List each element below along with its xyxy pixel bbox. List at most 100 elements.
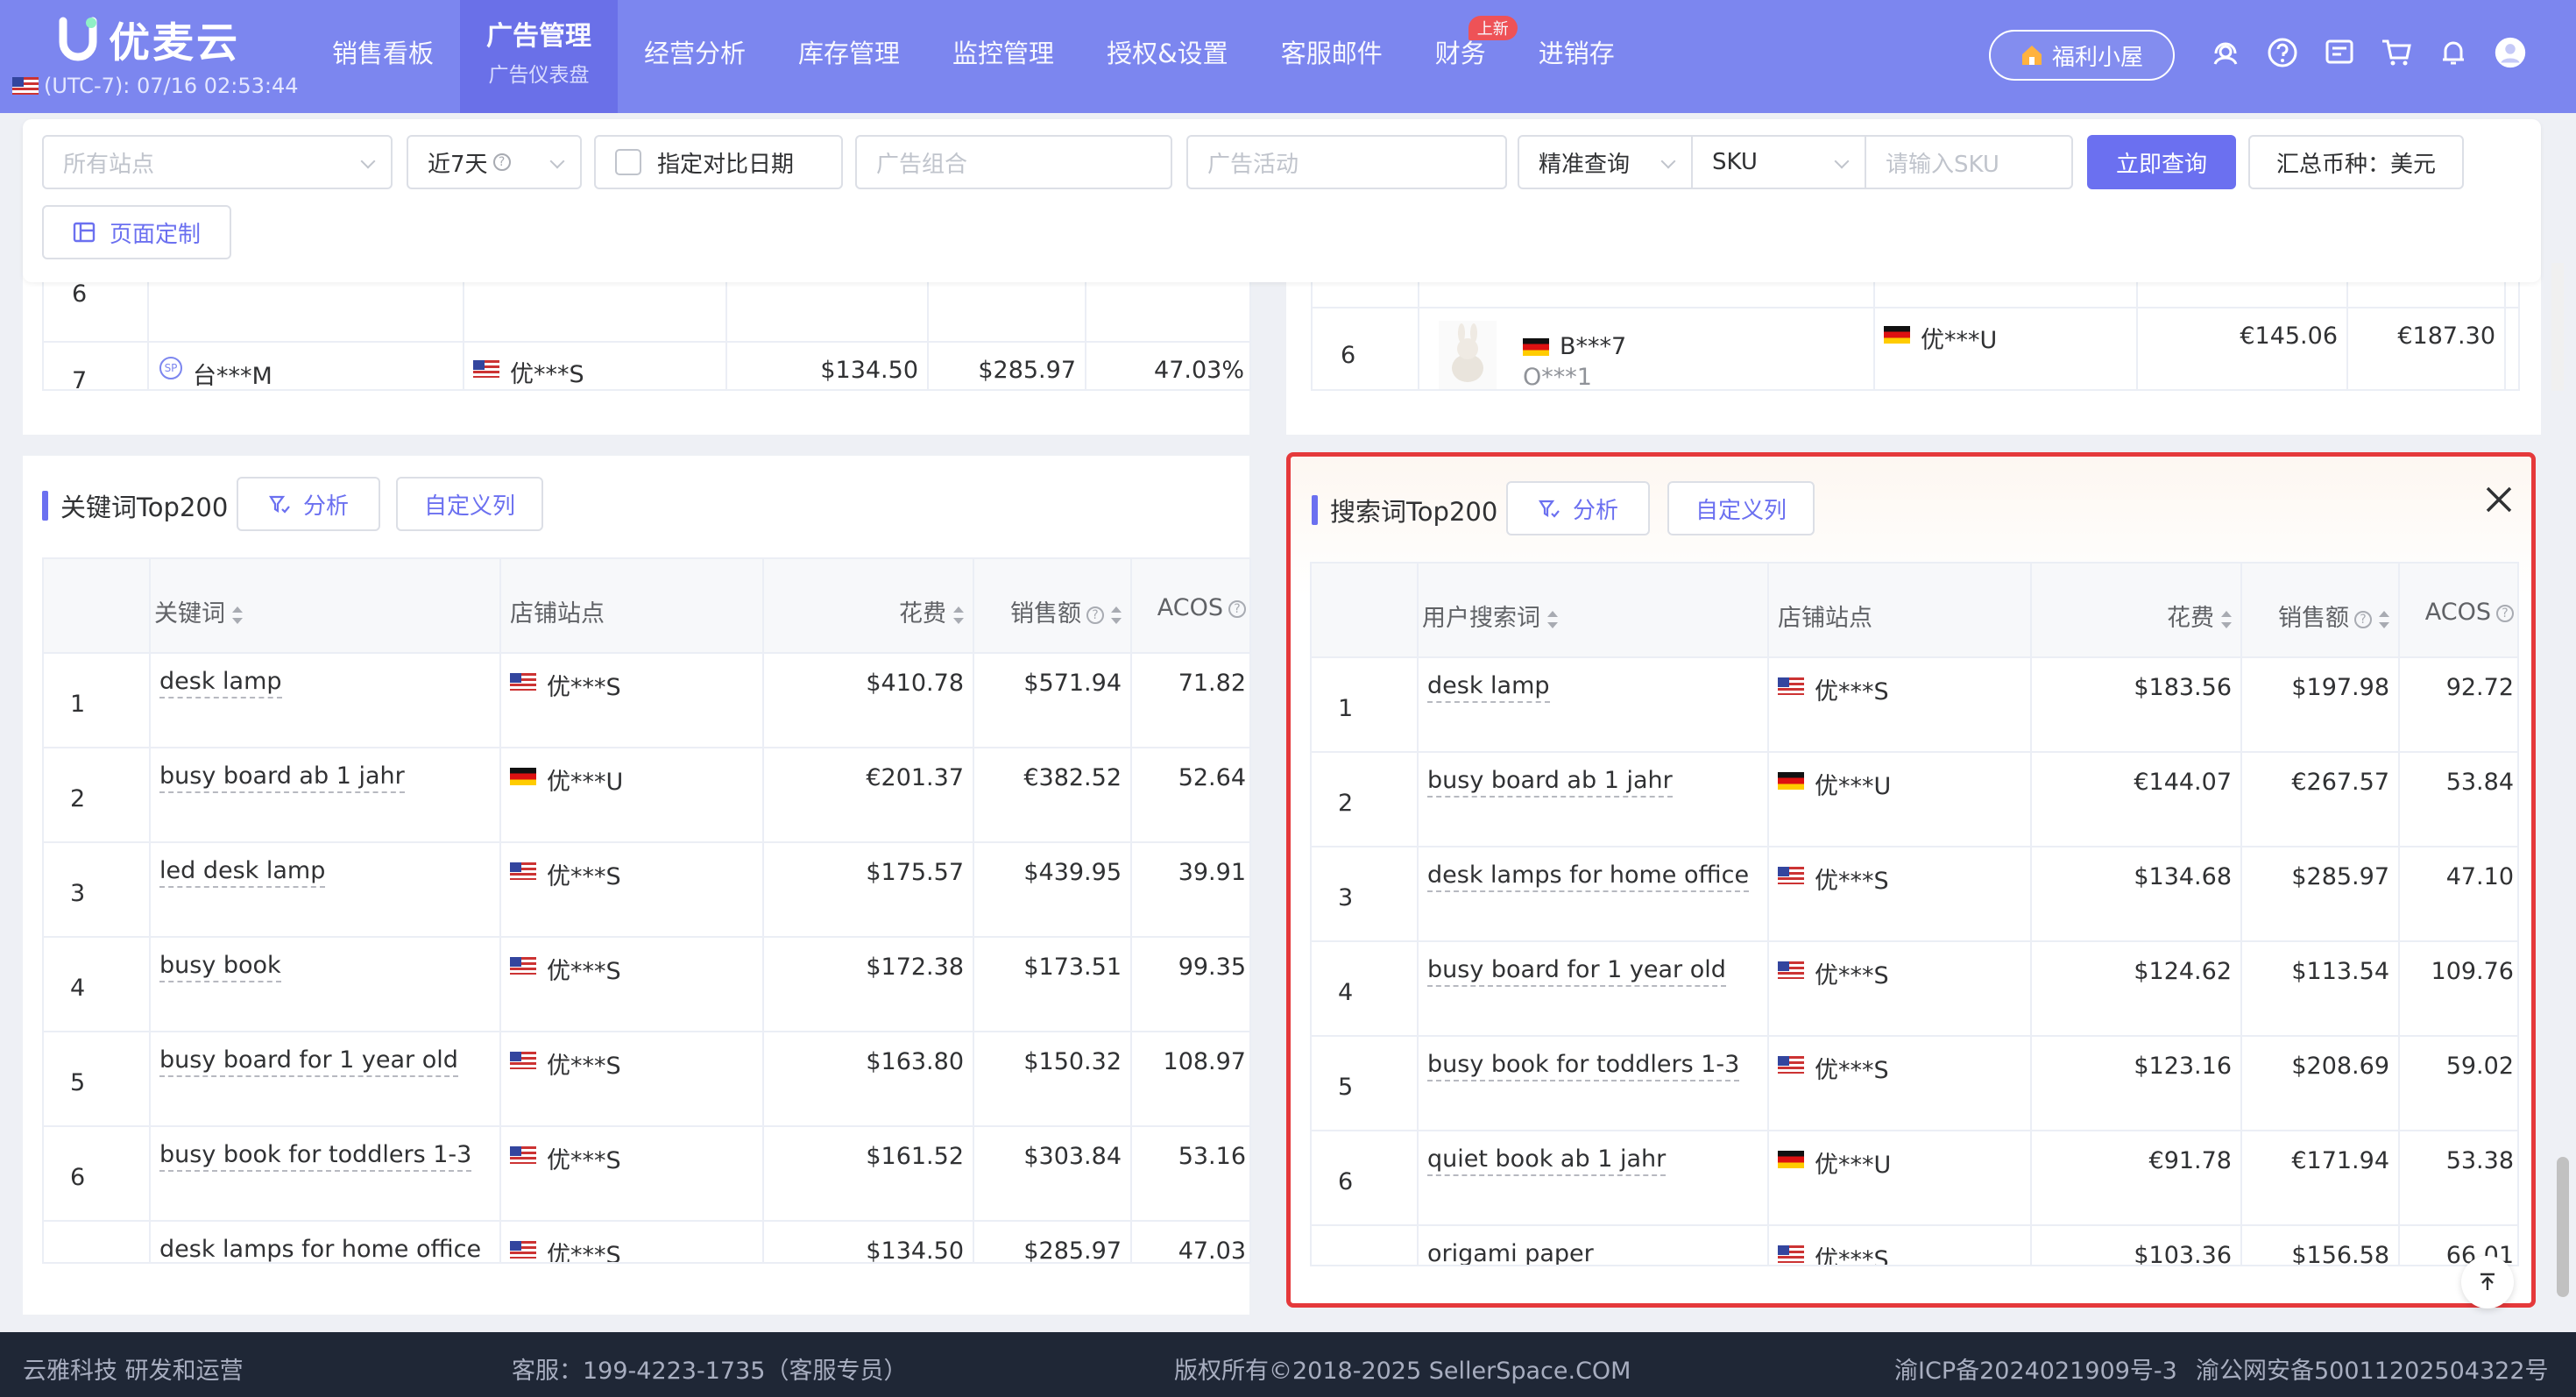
keyword-link[interactable]: origami paper — [1427, 1240, 1594, 1265]
table-row[interactable]: 5 busy book for toddlers 1-3 优***S $123.16 $… — [1312, 1037, 2517, 1131]
keyword-link[interactable]: busy board ab 1 jahr — [159, 762, 405, 793]
back-to-top-button[interactable] — [2461, 1256, 2514, 1308]
footer-icp[interactable]: 渝ICP备2024021909号-3 — [1894, 1351, 2177, 1386]
keyword-link[interactable]: led desk lamp — [159, 857, 326, 888]
keyword-cell: busy board ab 1 jahr — [1419, 753, 1769, 846]
store-name: 优***S — [1815, 868, 1889, 895]
nav-business-analysis[interactable]: 经营分析 — [618, 0, 772, 113]
welfare-button[interactable]: 福利小屋 — [1989, 30, 2175, 81]
sku-input[interactable]: 请输入SKU — [1865, 135, 2073, 189]
page-scrollbar[interactable] — [2557, 1157, 2569, 1297]
sort-icon[interactable] — [2379, 610, 2389, 629]
sort-icon[interactable] — [232, 606, 243, 625]
column-header-kw[interactable]: 用户搜索词 — [1419, 564, 1769, 656]
logo[interactable]: 优麦云 — [58, 12, 240, 67]
keyword-link[interactable]: busy board ab 1 jahr — [1427, 767, 1673, 798]
field-select[interactable]: SKU — [1691, 135, 1866, 189]
sort-icon[interactable] — [1111, 606, 1122, 625]
help-icon[interactable] — [2267, 35, 2298, 70]
nav-auth-settings[interactable]: 授权&设置 — [1080, 0, 1255, 113]
column-header-store[interactable]: 店铺站点 — [501, 559, 764, 652]
search-analyze-button[interactable]: 分析 — [1506, 481, 1650, 535]
close-icon[interactable] — [2484, 485, 2514, 514]
date-range-select[interactable]: 近7天? — [407, 135, 582, 189]
table-row[interactable]: 4 busy book 优***S $172.38 $173.51 99.35 — [44, 938, 1249, 1032]
table-row[interactable]: 3 desk lamps for home office 优***S $134.68 $… — [1312, 847, 2517, 942]
table-row[interactable]: 3 led desk lamp 优***S $175.57 $439.95 39.91 — [44, 843, 1249, 938]
keyword-link[interactable]: busy book for toddlers 1-3 — [1427, 1051, 1740, 1081]
nav-finance[interactable]: 财务 上新 — [1409, 0, 1518, 113]
sort-icon[interactable] — [1547, 610, 1558, 629]
table-row[interactable]: 4 busy board for 1 year old 优***S $124.62 $1… — [1312, 942, 2517, 1037]
table-row[interactable]: 7 desk lamps for home office 优***S $134.50$… — [44, 1222, 1249, 1262]
column-header-acos[interactable]: ACOS? — [1132, 559, 1249, 652]
ad-group-input[interactable]: 广告组合 — [855, 135, 1172, 189]
cart-icon[interactable] — [2381, 35, 2412, 70]
column-header-acos[interactable]: ACOS? — [2400, 564, 2517, 656]
column-header-sales[interactable]: 销售额? — [974, 559, 1132, 652]
field-value: SKU — [1712, 149, 1758, 175]
table-row[interactable]: 1 desk lamp 优***S $183.56 $197.98 92.72 — [1312, 658, 2517, 753]
table-row[interactable]: 6 B***7 O***1 优***U €145.06 €187.30 — [1313, 308, 2518, 389]
campaign-input[interactable]: 广告活动 — [1186, 135, 1507, 189]
nav-service-mail[interactable]: 客服邮件 — [1255, 0, 1409, 113]
keyword-cell: busy board ab 1 jahr — [151, 748, 501, 841]
bell-icon[interactable] — [2438, 35, 2469, 70]
keyword-link[interactable]: busy board for 1 year old — [159, 1046, 458, 1077]
compare-date-checkbox[interactable]: 指定对比日期 — [594, 135, 843, 189]
search-custom-columns-button[interactable]: 自定义列 — [1667, 481, 1815, 535]
store-cell: 优***U — [1769, 1131, 2032, 1224]
column-header-store[interactable]: 店铺站点 — [1769, 564, 2032, 656]
table-row[interactable]: 5 busy board for 1 year old 优***S $163.80 $1… — [44, 1032, 1249, 1127]
page-custom-button[interactable]: 页面定制 — [42, 205, 231, 259]
keyword-link[interactable]: desk lamps for home office — [1427, 862, 1750, 892]
sort-icon[interactable] — [953, 606, 964, 625]
table-row[interactable]: 2 busy board ab 1 jahr 优***U €144.07 €267.57… — [1312, 753, 2517, 847]
column-header-spend[interactable]: 花费 — [2032, 564, 2242, 656]
store-name: 优***U — [547, 769, 624, 796]
acos-cell: 109.76 — [2431, 958, 2514, 985]
keyword-link[interactable]: quiet book ab 1 jahr — [1427, 1145, 1667, 1176]
nav-sales-dashboard[interactable]: 销售看板 — [306, 0, 460, 113]
main-nav: 销售看板 广告管理 广告仪表盘 经营分析 库存管理 监控管理 授权&设置 客服邮件… — [306, 0, 1641, 113]
column-header-spend[interactable]: 花费 — [764, 559, 974, 652]
info-icon: ? — [2354, 610, 2372, 628]
store-name: 优***S — [510, 361, 584, 388]
message-icon[interactable] — [2324, 35, 2355, 70]
column-header-kw[interactable]: 关键词 — [151, 559, 501, 652]
keyword-link[interactable]: desk lamps for home office — [159, 1236, 482, 1262]
customer-service-icon[interactable] — [2210, 35, 2241, 70]
match-mode-select[interactable]: 精准查询 — [1518, 135, 1693, 189]
table-row[interactable]: 7origami paper优***S$103.36$156.5866.01 — [1312, 1226, 2517, 1265]
table-row[interactable]: 6 busy book for toddlers 1-3 优***S $161.52 $… — [44, 1127, 1249, 1222]
acos-cell: 39.91 — [1178, 859, 1246, 886]
table-row[interactable]: 6 quiet book ab 1 jahr 优***U €91.78 €171.94 5… — [1312, 1131, 2517, 1226]
table-row[interactable]: 1 desk lamp 优***S $410.78 $571.94 71.82 — [44, 654, 1249, 748]
keyword-analyze-button[interactable]: 分析 — [237, 477, 380, 531]
column-header-index — [1312, 564, 1419, 656]
scrollbar[interactable] — [2551, 263, 2564, 391]
currency-select[interactable]: 汇总币种：美元 — [2248, 135, 2464, 189]
site-select[interactable]: 所有站点 — [42, 135, 393, 189]
avatar[interactable] — [2495, 35, 2526, 70]
nav-purchase-sales[interactable]: 进销存 — [1512, 0, 1641, 113]
keyword-link[interactable]: busy board for 1 year old — [1427, 956, 1726, 987]
table-row[interactable]: 2 busy board ab 1 jahr 优***U €201.37 €382.52… — [44, 748, 1249, 843]
keyword-link[interactable]: busy book for toddlers 1-3 — [159, 1141, 472, 1172]
query-button[interactable]: 立即查询 — [2087, 135, 2236, 189]
nav-ad-management[interactable]: 广告管理 广告仪表盘 — [460, 0, 619, 113]
store-cell: 优***S — [1769, 658, 2032, 751]
nav-monitoring[interactable]: 监控管理 — [926, 0, 1080, 113]
store-cell: 优***U — [501, 748, 764, 841]
spend-cell: $175.57 — [764, 843, 974, 936]
table-row[interactable]: 7 SP 台***M 优***S $134.50 $285.97 47.03% — [44, 343, 1249, 389]
keyword-link[interactable]: desk lamp — [159, 668, 282, 698]
column-header-sales[interactable]: 销售额? — [2242, 564, 2400, 656]
keyword-cell: quiet book ab 1 jahr — [1419, 1131, 1769, 1224]
sort-icon[interactable] — [2221, 610, 2232, 629]
keyword-link[interactable]: desk lamp — [1427, 672, 1550, 703]
nav-inventory[interactable]: 库存管理 — [772, 0, 926, 113]
keyword-custom-columns-button[interactable]: 自定义列 — [396, 477, 543, 531]
footer-police[interactable]: 渝公网安备50011202504322号 — [2196, 1351, 2549, 1386]
keyword-link[interactable]: busy book — [159, 952, 281, 982]
